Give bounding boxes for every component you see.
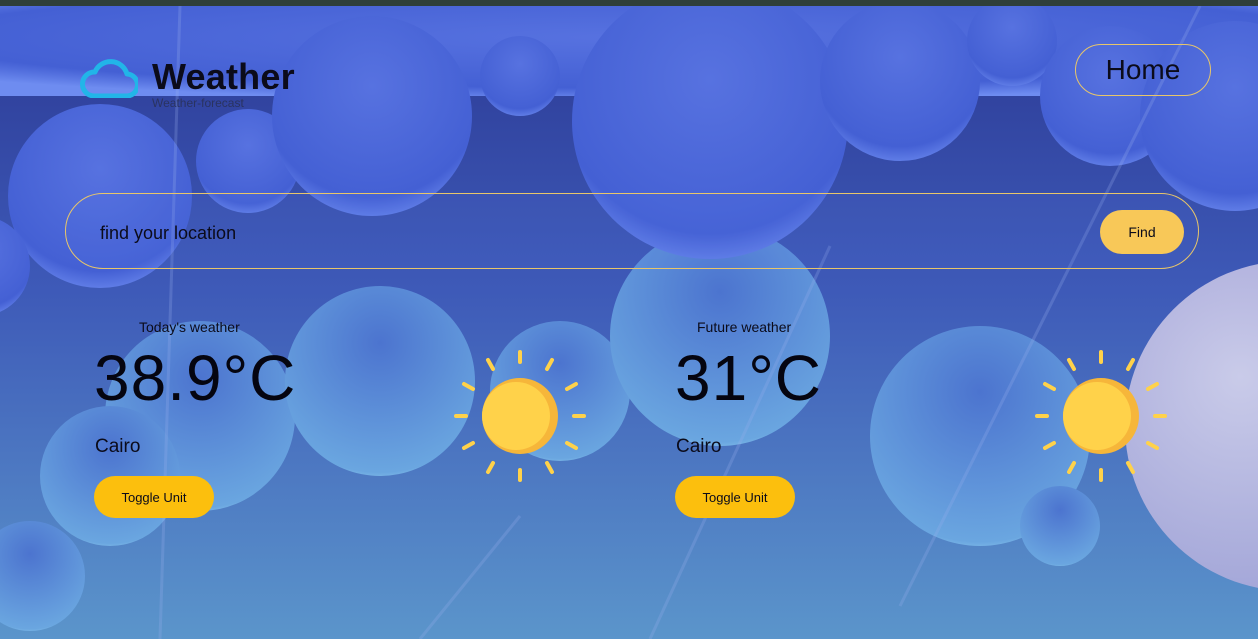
future-weather-label: Future weather: [697, 319, 792, 335]
future-toggle-unit-button[interactable]: Toggle Unit: [675, 476, 795, 518]
today-weather-label: Today's weather: [139, 319, 240, 335]
brand-subtitle: Weather-forecast: [152, 96, 244, 110]
home-button[interactable]: Home: [1075, 44, 1211, 96]
brand-title: Weather: [152, 56, 295, 97]
cloud-icon: [80, 59, 138, 98]
future-city: Cairo: [676, 436, 722, 457]
today-toggle-unit-button[interactable]: Toggle Unit: [94, 476, 214, 518]
future-temperature: 31°C: [675, 342, 822, 414]
search-bar: Find: [65, 193, 1199, 269]
today-temperature: 38.9°C: [94, 342, 297, 414]
sun-icon: [1035, 350, 1167, 482]
find-button[interactable]: Find: [1100, 210, 1184, 254]
sun-icon: [454, 350, 586, 482]
location-search-input[interactable]: [98, 214, 1062, 252]
today-city: Cairo: [95, 436, 141, 457]
